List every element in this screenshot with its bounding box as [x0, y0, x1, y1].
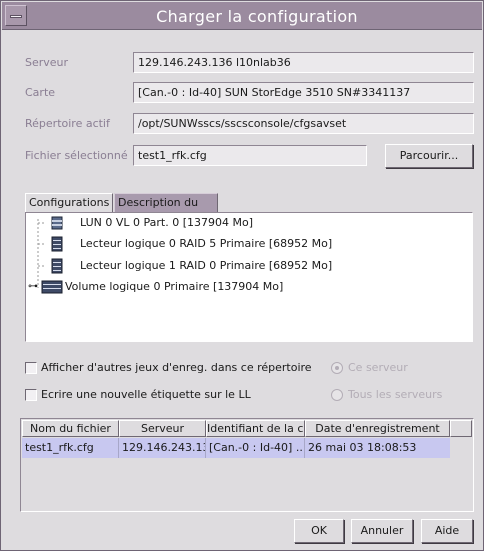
tab-configurations[interactable]: Configurations [25, 193, 113, 212]
window-menu-button[interactable] [5, 5, 27, 26]
saved-config-table[interactable]: Nom du fichier Serveur Identifiant de la… [20, 418, 474, 512]
other-sets-label: Afficher d'autres jeux d'enreg. dans ce … [41, 361, 312, 374]
tree-item-label: Volume logique 0 Primaire [137904 Mo] [65, 280, 284, 293]
all-servers-label: Tous les serveurs [348, 388, 443, 401]
lun-icon [51, 216, 63, 230]
ok-button[interactable]: OK [294, 519, 344, 543]
selected-file-field[interactable]: test1_rfk.cfg [133, 145, 367, 166]
window-title: Charger la configuration [156, 7, 358, 26]
help-button[interactable]: Aide [421, 519, 473, 543]
tree-item-label: LUN 0 VL 0 Part. 0 [137904 Mo] [80, 216, 253, 229]
tree-item-label: Lecteur logique 0 RAID 5 Primaire [68952… [80, 237, 333, 250]
browse-button-label: Parcourir... [399, 149, 459, 162]
logical-drive-icon [51, 236, 63, 252]
this-server-radio[interactable] [331, 362, 343, 374]
column-header-card-id[interactable]: Identifiant de la c... [206, 420, 305, 437]
selected-file-label: Fichier sélectionné [25, 149, 128, 162]
tab-set-description[interactable]: Description du jeu [114, 193, 218, 226]
column-header-file-name[interactable]: Nom du fichier [22, 420, 119, 437]
cell-server: 129.146.243.13... [119, 438, 206, 458]
new-label-label: Ecrire une nouvelle étiquette sur le LL [41, 388, 251, 401]
title-bar[interactable]: Charger la configuration [2, 2, 482, 30]
load-config-dialog: Charger la configuration Serveur 129.146… [0, 0, 484, 551]
other-sets-checkbox[interactable] [25, 362, 37, 374]
browse-button[interactable]: Parcourir... [385, 144, 473, 168]
card-label: Carte [25, 86, 56, 99]
configuration-tree[interactable]: LUN 0 VL 0 Part. 0 [137904 Mo] Lecteur l… [25, 212, 473, 342]
cancel-button[interactable]: Annuler [351, 519, 413, 543]
server-field: 129.146.243.136 l10nlab36 [133, 52, 474, 73]
this-server-label: Ce serveur [348, 361, 408, 374]
cell-card-id: [Can.-0 : Id-40] ... [206, 438, 305, 458]
active-dir-field: /opt/SUNWsscs/sscsconsole/cfgsavset [133, 113, 474, 134]
all-servers-radio[interactable] [331, 389, 343, 401]
server-label: Serveur [25, 56, 69, 69]
card-field: [Can.-0 : Id-40] SUN StorEdge 3510 SN#33… [133, 82, 474, 103]
column-header-filler [450, 420, 472, 437]
active-dir-label: Répertoire actif [25, 117, 110, 130]
cancel-button-label: Annuler [360, 524, 404, 537]
cell-save-date: 26 mai 03 18:08:53 [305, 438, 450, 458]
column-header-save-date[interactable]: Date d'enregistrement [305, 420, 450, 437]
ok-button-label: OK [311, 524, 327, 537]
logical-volume-icon [41, 280, 63, 294]
cell-file-name: test1_rfk.cfg [22, 438, 119, 458]
tree-item-label: Lecteur logique 1 RAID 0 Primaire [68952… [80, 259, 333, 272]
expand-handle-icon[interactable]: ⊶ [28, 277, 38, 297]
new-label-checkbox[interactable] [25, 389, 37, 401]
help-button-label: Aide [434, 524, 460, 537]
column-header-server[interactable]: Serveur [119, 420, 206, 437]
window-menu-icon [10, 15, 22, 18]
logical-drive-icon [51, 258, 63, 274]
